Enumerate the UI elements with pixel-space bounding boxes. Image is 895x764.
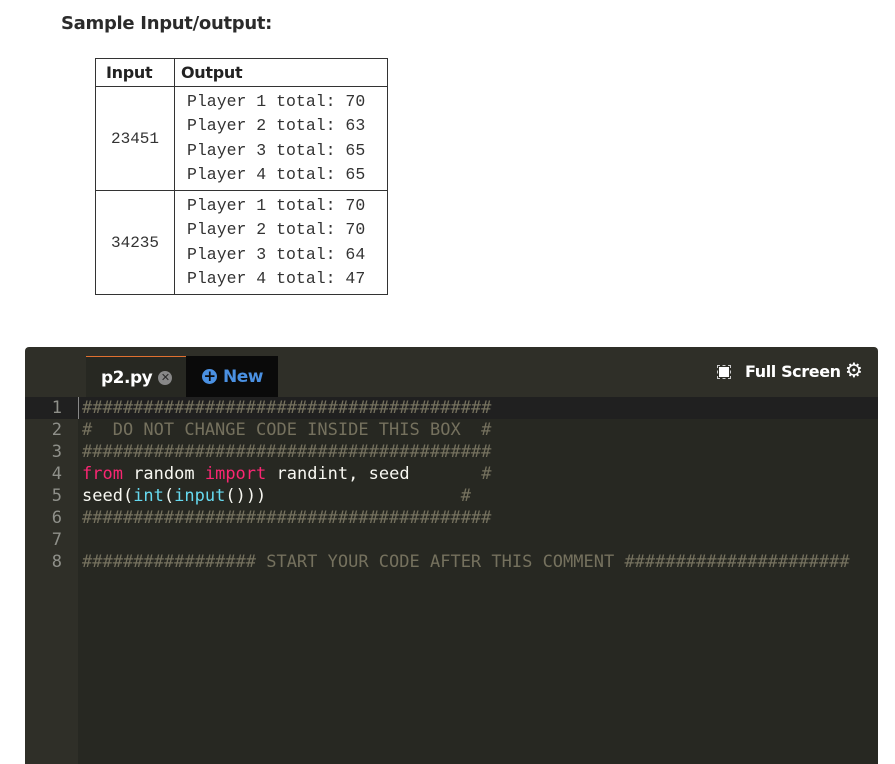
tab-bar: p2.py ✕ + New	[86, 356, 278, 398]
sample-io-table: Input Output 23451 Player 1 total: 70 Pl…	[95, 58, 388, 296]
code-line: ########################################	[82, 442, 492, 462]
input-cell: 23451	[95, 85, 175, 192]
new-label: New	[223, 366, 263, 387]
line-number: 7	[51, 530, 62, 550]
output-line: Player 3 total: 64	[187, 244, 366, 264]
code-line: from random import randint, seed #	[78, 463, 878, 485]
gear-icon[interactable]: ⚙	[845, 358, 863, 382]
code-editor: p2.py ✕ + New Full Screen ⚙ 1 2 3 4 5 6 …	[25, 347, 878, 764]
code-text: ()))	[225, 486, 267, 506]
input-cell: 34235	[95, 190, 175, 296]
code-text: random	[122, 464, 205, 484]
output-line: Player 2 total: 63	[187, 116, 366, 136]
fullscreen-label: Full Screen	[745, 362, 841, 381]
code-line: seed(int(input())) #	[78, 485, 878, 507]
code-text: randint, seed	[266, 464, 410, 484]
code-text: (	[163, 486, 175, 506]
code-line: ########################################	[82, 508, 492, 528]
new-file-button[interactable]: + New	[186, 356, 278, 397]
line-number: 3	[51, 442, 62, 462]
code-line: # DO NOT CHANGE CODE INSIDE THIS BOX #	[82, 420, 492, 440]
output-cell: Player 1 total: 70 Player 2 total: 63 Pl…	[174, 85, 388, 192]
line-number: 1	[25, 397, 78, 419]
code-area[interactable]: ########################################…	[78, 397, 878, 764]
line-number: 4	[51, 464, 62, 484]
fullscreen-button[interactable]: Full Screen	[717, 362, 841, 381]
table-row: 23451 Player 1 total: 70 Player 2 total:…	[95, 85, 388, 192]
table-row: 34235 Player 1 total: 70 Player 2 total:…	[95, 190, 388, 296]
line-number-gutter: 1 2 3 4 5 6 7 8	[25, 397, 78, 764]
header-input: Input	[95, 58, 175, 87]
section-heading: Sample Input/output:	[61, 13, 273, 34]
line-number: 6	[51, 508, 62, 528]
builtin: input	[174, 486, 226, 506]
header-output: Output	[174, 58, 388, 87]
comment: #	[409, 464, 492, 484]
plus-circle-icon: +	[202, 367, 217, 385]
code-line: ########################################	[78, 397, 878, 419]
tab-p2-py[interactable]: p2.py ✕	[86, 356, 186, 398]
line-number: 8	[51, 552, 62, 572]
output-line: Player 4 total: 65	[187, 164, 366, 184]
comment: #	[266, 486, 471, 506]
close-icon[interactable]: ✕	[158, 370, 173, 385]
keyword: from	[82, 464, 123, 484]
code-text: seed(	[82, 486, 134, 506]
output-line: Player 2 total: 70	[187, 220, 366, 240]
code-line: ################# START YOUR CODE AFTER …	[82, 552, 850, 572]
keyword: import	[204, 464, 267, 484]
output-line: Player 1 total: 70	[187, 196, 366, 216]
output-line: Player 1 total: 70	[187, 92, 366, 111]
output-line: Player 4 total: 47	[187, 269, 366, 289]
line-number: 5	[51, 486, 62, 506]
output-line: Player 3 total: 65	[187, 140, 366, 160]
tab-label: p2.py	[101, 367, 153, 388]
output-cell: Player 1 total: 70 Player 2 total: 70 Pl…	[174, 190, 388, 296]
line-number: 2	[51, 420, 62, 440]
fullscreen-icon	[717, 364, 731, 379]
builtin: int	[133, 486, 164, 506]
